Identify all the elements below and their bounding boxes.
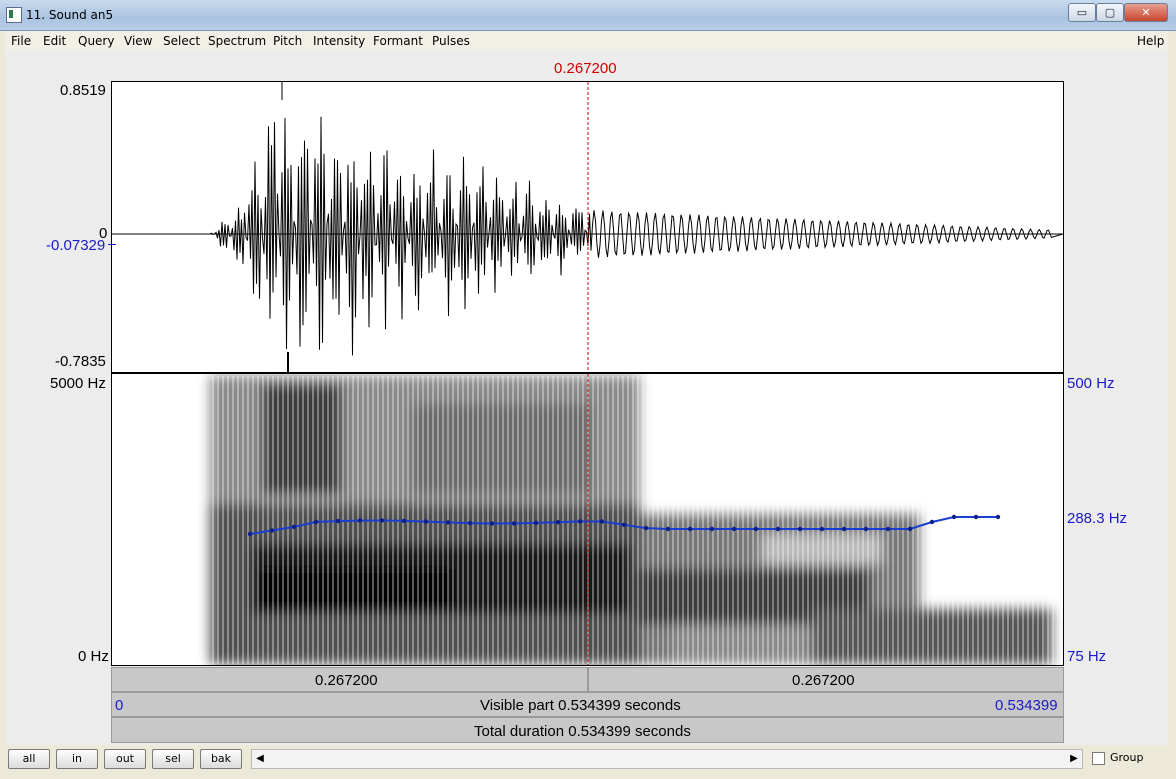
pitch-point (379, 518, 385, 523)
menu-file[interactable]: File (11, 34, 31, 48)
waveform-cursor-tick (108, 244, 116, 245)
group-checkbox[interactable] (1092, 752, 1105, 765)
pitch-point (643, 525, 649, 531)
waveform-cursor-value-label: -0.07329 (46, 237, 106, 254)
visible-part-label: Visible part 0.534399 seconds (480, 697, 681, 714)
close-button[interactable]: ✕ (1124, 3, 1168, 22)
spectrogram-svg (210, 374, 1055, 665)
menu-query[interactable]: Query (78, 34, 114, 48)
all-button[interactable]: all (8, 749, 50, 769)
waveform-svg (112, 82, 1064, 372)
time-segment-right-label: 0.267200 (792, 672, 855, 689)
pitch-point (951, 514, 957, 520)
pitch-bottom-label: 75 Hz (1067, 648, 1107, 665)
pitch-point (269, 528, 275, 533)
menu-bar: File Edit Query View Select Spectrum Pit… (5, 31, 1168, 52)
menu-formant[interactable]: Formant (373, 34, 423, 48)
menu-view[interactable]: View (124, 34, 152, 48)
pitch-point (247, 531, 253, 537)
waveform-min-label: -0.7835 (55, 353, 106, 370)
total-duration-bar[interactable]: Total duration 0.534399 seconds (111, 717, 1064, 743)
visible-part-bar[interactable]: 0 Visible part 0.534399 seconds 0.534399 (111, 692, 1064, 717)
pitch-point (841, 526, 847, 532)
pitch-point (775, 526, 781, 532)
menu-intensity[interactable]: Intensity (313, 34, 365, 48)
window-right-border (1168, 31, 1176, 779)
spectrogram-panel[interactable] (111, 373, 1064, 666)
total-duration-label: Total duration 0.534399 seconds (474, 723, 691, 740)
menu-select[interactable]: Select (163, 34, 200, 48)
pitch-point (291, 524, 297, 530)
pitch-point (313, 519, 319, 525)
bottom-toolbar: all in out sel bak ◀ ▶ Group (5, 745, 1168, 775)
pitch-point (973, 514, 979, 520)
title-bar[interactable]: 11. Sound an5 ▭ ▢ ✕ (0, 0, 1176, 31)
minimize-button[interactable]: ▭ (1068, 3, 1096, 22)
scroll-right-icon[interactable]: ▶ (1066, 750, 1082, 768)
group-label: Group (1110, 751, 1144, 764)
cursor-time-label: 0.267200 (554, 60, 617, 77)
time-scrollbar[interactable]: ◀ ▶ (251, 749, 1083, 769)
waveform-max-label: 0.8519 (60, 82, 106, 99)
menu-pitch[interactable]: Pitch (273, 34, 302, 48)
pitch-point (709, 526, 715, 532)
pitch-point (819, 526, 825, 532)
out-button[interactable]: out (104, 749, 146, 769)
spectrogram-bottom-label: 0 Hz (78, 648, 109, 665)
pitch-point (577, 519, 583, 524)
pitch-point (797, 526, 803, 532)
maximize-button[interactable]: ▢ (1096, 3, 1124, 22)
pitch-point (731, 526, 737, 532)
app-icon (6, 7, 22, 23)
pitch-point (445, 520, 451, 525)
pitch-point (885, 526, 891, 532)
menu-help[interactable]: Help (1137, 34, 1164, 48)
menu-pulses[interactable]: Pulses (432, 34, 470, 48)
pitch-point (335, 518, 341, 524)
pitch-top-label: 500 Hz (1067, 375, 1115, 392)
visible-start-label: 0 (115, 697, 124, 714)
pitch-point (599, 519, 605, 524)
menu-spectrum[interactable]: Spectrum (208, 34, 266, 48)
pitch-point (401, 518, 407, 524)
pitch-point (929, 519, 935, 525)
time-segment-left[interactable]: 0.267200 (111, 667, 588, 692)
bak-button[interactable]: bak (200, 749, 242, 769)
pitch-point (489, 521, 495, 526)
pitch-point (995, 514, 1001, 520)
pitch-point (687, 526, 693, 532)
pitch-point (907, 526, 913, 532)
pitch-point (423, 519, 429, 524)
pitch-point (863, 526, 869, 532)
pitch-point (621, 522, 627, 527)
menu-edit[interactable]: Edit (43, 34, 66, 48)
pitch-point (533, 520, 539, 526)
pitch-point (665, 526, 671, 532)
pitch-cursor-label: 288.3 Hz (1067, 510, 1128, 527)
in-button[interactable]: in (56, 749, 98, 769)
waveform-panel[interactable] (111, 81, 1064, 373)
visible-end-label: 0.534399 (995, 697, 1058, 714)
time-segment-right[interactable]: 0.267200 (588, 667, 1064, 692)
pitch-point (511, 521, 517, 526)
pitch-point (357, 518, 363, 523)
pitch-point (467, 520, 473, 526)
pitch-point (753, 526, 759, 532)
time-segment-left-label: 0.267200 (315, 672, 378, 689)
window-title: 11. Sound an5 (26, 8, 114, 22)
pitch-point (555, 520, 561, 525)
spectrogram-top-label: 5000 Hz (50, 375, 106, 392)
scroll-left-icon[interactable]: ◀ (252, 750, 268, 768)
sel-button[interactable]: sel (152, 749, 194, 769)
